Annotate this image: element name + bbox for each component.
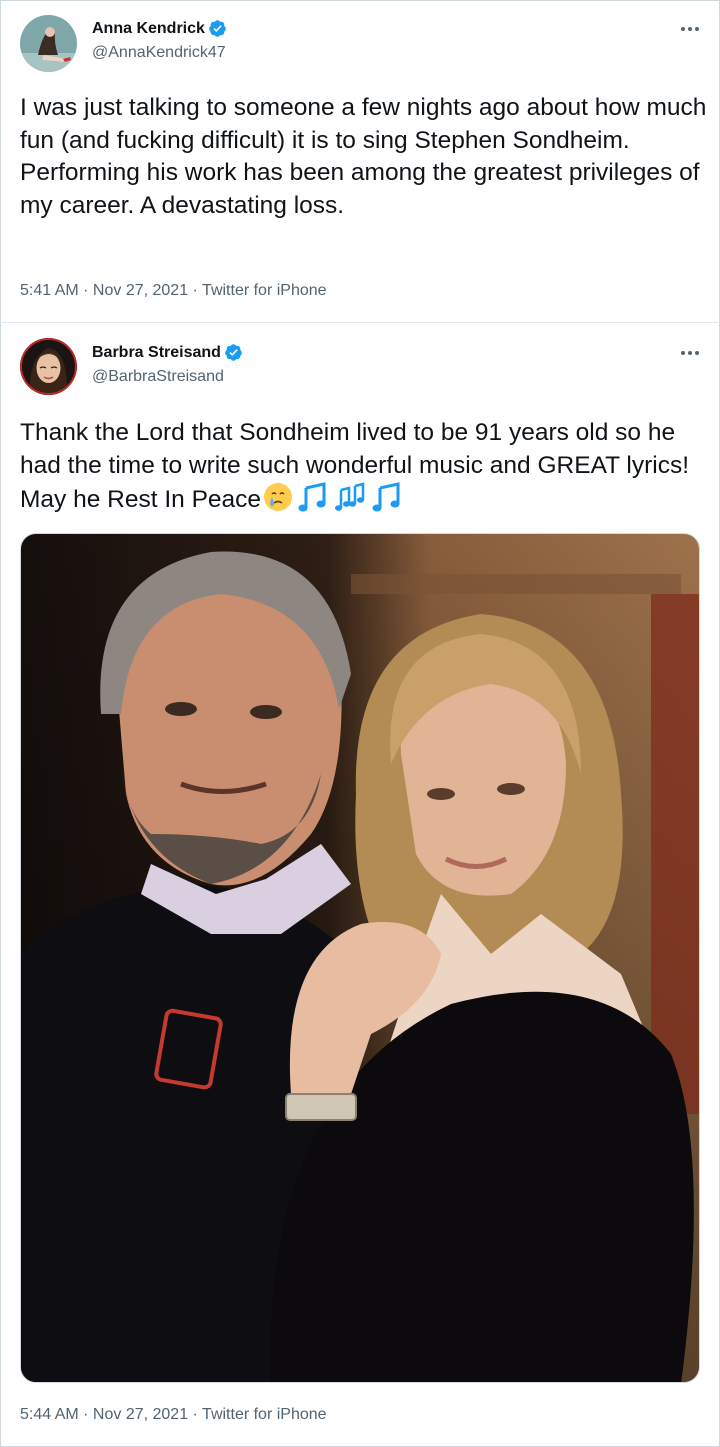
tweet-barbra-streisand[interactable]: Barbra Streisand @BarbraStreisand Thank … bbox=[0, 323, 720, 1447]
author-handle[interactable]: @AnnaKendrick47 bbox=[92, 44, 226, 62]
emoji-group bbox=[263, 482, 403, 512]
musical-notes-emoji bbox=[335, 482, 365, 511]
author-name[interactable]: Anna Kendrick bbox=[92, 20, 205, 38]
tweet-meta: 5:41 AM · Nov 27, 2021 · Twitter for iPh… bbox=[20, 282, 327, 300]
meta-separator: · bbox=[78, 282, 93, 299]
tweet-text: Thank the Lord that Sondheim lived to be… bbox=[20, 417, 710, 517]
musical-note-emoji bbox=[372, 482, 400, 512]
tweet-meta: 5:44 AM · Nov 27, 2021 · Twitter for iPh… bbox=[20, 1406, 327, 1424]
tweet-time[interactable]: 5:44 AM bbox=[20, 1406, 79, 1423]
crying-face-emoji bbox=[264, 483, 293, 511]
more-options-icon[interactable] bbox=[680, 26, 700, 32]
verified-badge-icon bbox=[225, 344, 242, 361]
meta-separator: · bbox=[188, 1406, 203, 1423]
author-row: Anna Kendrick bbox=[92, 19, 227, 38]
author-handle[interactable]: @BarbraStreisand bbox=[92, 368, 224, 386]
tweet-anna-kendrick[interactable]: Anna Kendrick @AnnaKendrick47 I was just… bbox=[0, 0, 720, 322]
author-name[interactable]: Barbra Streisand bbox=[92, 344, 221, 362]
meta-separator: · bbox=[188, 282, 203, 299]
tweet-date[interactable]: Nov 27, 2021 bbox=[93, 282, 188, 299]
avatar[interactable] bbox=[20, 15, 77, 72]
avatar[interactable] bbox=[20, 338, 77, 395]
tweet-time[interactable]: 5:41 AM bbox=[20, 282, 79, 299]
tweet-photo[interactable] bbox=[20, 533, 700, 1383]
verified-badge-icon bbox=[209, 20, 226, 37]
tweet-source[interactable]: Twitter for iPhone bbox=[202, 282, 327, 299]
musical-note-emoji bbox=[298, 482, 326, 512]
tweet-text: I was just talking to someone a few nigh… bbox=[20, 94, 714, 219]
tweet-source[interactable]: Twitter for iPhone bbox=[202, 1406, 327, 1423]
tweet-date[interactable]: Nov 27, 2021 bbox=[93, 1406, 188, 1423]
more-options-icon[interactable] bbox=[680, 350, 700, 356]
photo-illustration bbox=[21, 534, 699, 1382]
meta-separator: · bbox=[78, 1406, 93, 1423]
author-row: Barbra Streisand bbox=[92, 343, 243, 362]
